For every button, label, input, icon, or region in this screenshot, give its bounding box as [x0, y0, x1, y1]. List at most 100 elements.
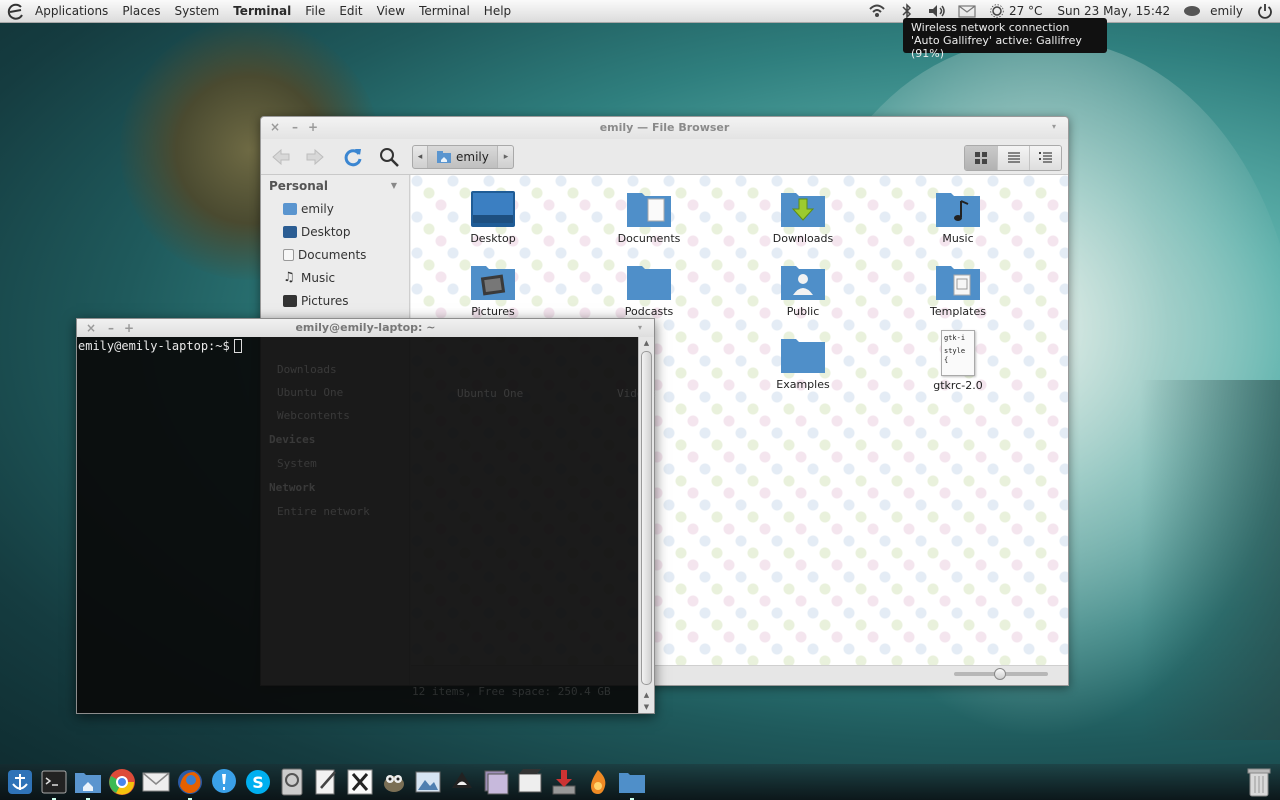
- menu-edit[interactable]: Edit: [332, 0, 369, 22]
- minimize-icon[interactable]: –: [289, 121, 301, 133]
- distro-logo-icon[interactable]: [6, 1, 26, 21]
- dock-gimp-icon[interactable]: [378, 766, 410, 798]
- terminal-text-area[interactable]: emily@emily-laptop:~$ Downloads Ubuntu O…: [77, 337, 657, 713]
- minimize-icon[interactable]: –: [105, 322, 117, 334]
- menu-applications[interactable]: Applications: [28, 0, 115, 22]
- dock-photo-manager-icon[interactable]: [480, 766, 512, 798]
- dock-xchat-icon[interactable]: [344, 766, 376, 798]
- dock-chromium-icon[interactable]: [106, 766, 138, 798]
- ghost-section-devices: Devices: [269, 433, 316, 446]
- wifi-icon[interactable]: [866, 0, 888, 22]
- list-view-button[interactable]: [997, 146, 1029, 170]
- window-menu-icon[interactable]: ▾: [634, 322, 646, 334]
- menu-terminal[interactable]: Terminal: [412, 0, 477, 22]
- desktop-folder-icon: [471, 191, 515, 227]
- file-item-public[interactable]: Public: [748, 262, 858, 318]
- file-item-gtkrc[interactable]: gtk-i style { gtkrc-2.0: [903, 330, 1013, 392]
- breadcrumb-home[interactable]: emily: [427, 146, 498, 168]
- documents-folder-icon: [627, 193, 671, 227]
- dock-terminal-icon[interactable]: [38, 766, 70, 800]
- compact-view-button[interactable]: [1029, 146, 1061, 170]
- text-file-icon: gtk-i style {: [941, 330, 975, 376]
- file-item-desktop[interactable]: Desktop: [438, 189, 548, 245]
- music-folder-icon: [936, 193, 980, 227]
- zoom-slider-knob[interactable]: [994, 668, 1006, 680]
- file-item-pictures[interactable]: Pictures: [438, 262, 548, 318]
- close-icon[interactable]: ×: [85, 322, 97, 334]
- terminal-title: emily@emily-laptop: ~: [295, 321, 436, 334]
- menu-system[interactable]: System: [167, 0, 226, 22]
- dock-files-icon[interactable]: [616, 766, 648, 800]
- file-browser-titlebar[interactable]: × – + emily — File Browser ▾: [261, 117, 1068, 139]
- trash-icon[interactable]: [1246, 766, 1272, 798]
- user-name[interactable]: emily: [1203, 0, 1250, 22]
- maximize-icon[interactable]: +: [123, 322, 135, 334]
- power-icon[interactable]: [1254, 0, 1276, 22]
- network-tooltip: Wireless network connection 'Auto Gallif…: [903, 18, 1107, 60]
- picture-icon: [283, 294, 297, 307]
- search-button[interactable]: [375, 145, 403, 169]
- section-collapse-icon[interactable]: ▼: [391, 175, 397, 197]
- breadcrumb: ◂ emily ▸: [412, 145, 514, 169]
- dock-home-folder-icon[interactable]: [72, 766, 104, 800]
- desktop-icon: [283, 225, 297, 238]
- templates-folder-icon: [936, 266, 980, 300]
- back-button[interactable]: [267, 145, 295, 169]
- file-item-documents[interactable]: Documents: [594, 189, 704, 245]
- menu-places[interactable]: Places: [115, 0, 167, 22]
- sidebar-item-pictures[interactable]: Pictures: [261, 289, 409, 312]
- menu-view[interactable]: View: [370, 0, 412, 22]
- close-icon[interactable]: ×: [269, 121, 281, 133]
- sidebar-item-music[interactable]: ♫ Music: [261, 266, 409, 289]
- scroll-up-icon[interactable]: ▲: [639, 691, 654, 699]
- icon-view-button[interactable]: [965, 146, 997, 170]
- menu-help[interactable]: Help: [477, 0, 518, 22]
- reload-button[interactable]: [339, 145, 367, 169]
- file-item-label: Downloads: [772, 232, 834, 245]
- active-app-name: Terminal: [233, 4, 292, 18]
- menu-file[interactable]: File: [298, 0, 332, 22]
- public-folder-icon: [781, 266, 825, 300]
- dock-mail-icon[interactable]: [140, 766, 172, 798]
- sidebar-item-desktop[interactable]: Desktop: [261, 220, 409, 243]
- examples-folder-icon: [781, 339, 825, 373]
- downloads-folder-icon: [781, 193, 825, 227]
- terminal-titlebar[interactable]: × – + emily@emily-laptop: ~ ▾: [77, 319, 654, 337]
- dock-burner-icon[interactable]: [582, 766, 614, 798]
- file-item-templates[interactable]: Templates: [903, 262, 1013, 318]
- sidebar-section-personal[interactable]: Personal ▼: [261, 175, 409, 197]
- file-item-label: Public: [786, 305, 820, 318]
- window-menu-icon[interactable]: ▾: [1048, 121, 1060, 133]
- forward-button[interactable]: [301, 145, 329, 169]
- terminal-scrollbar[interactable]: ▲ ▲ ▼: [638, 337, 654, 713]
- scroll-down-icon[interactable]: ▼: [639, 703, 654, 711]
- back-arrow-icon: [272, 148, 290, 166]
- file-item-music[interactable]: Music: [903, 189, 1013, 245]
- zoom-slider[interactable]: [954, 668, 1048, 680]
- dock-inkscape-icon[interactable]: [446, 766, 478, 798]
- file-item-downloads[interactable]: Downloads: [748, 189, 858, 245]
- dock-disk-utility-icon[interactable]: [276, 766, 308, 798]
- dock-firefox-icon[interactable]: [174, 766, 206, 800]
- sidebar-item-emily[interactable]: emily: [261, 197, 409, 220]
- dock-skype-icon[interactable]: S: [242, 766, 274, 798]
- file-item-label: Pictures: [471, 305, 515, 318]
- file-item-label: Examples: [776, 378, 830, 391]
- dock-anchor-icon[interactable]: [4, 766, 36, 798]
- scrollbar-thumb[interactable]: [641, 351, 652, 685]
- text-cursor: [233, 339, 242, 353]
- sidebar-item-documents[interactable]: Documents: [261, 243, 409, 266]
- ghost-sidebar-system: System: [277, 457, 317, 470]
- file-item-podcasts[interactable]: Podcasts: [594, 262, 704, 318]
- breadcrumb-right-arrow-icon[interactable]: ▸: [499, 152, 513, 162]
- dock-video-editor-icon[interactable]: [514, 766, 546, 798]
- sidebar-item-label: Pictures: [301, 293, 349, 308]
- dock-notifications-icon[interactable]: [208, 766, 240, 798]
- dock-downloader-icon[interactable]: [548, 766, 580, 798]
- dock-image-viewer-icon[interactable]: [412, 766, 444, 798]
- breadcrumb-left-arrow-icon[interactable]: ◂: [413, 152, 427, 162]
- dock-text-editor-icon[interactable]: [310, 766, 342, 798]
- scroll-up-icon[interactable]: ▲: [639, 339, 654, 347]
- maximize-icon[interactable]: +: [307, 121, 319, 133]
- file-item-examples[interactable]: Examples: [748, 335, 858, 391]
